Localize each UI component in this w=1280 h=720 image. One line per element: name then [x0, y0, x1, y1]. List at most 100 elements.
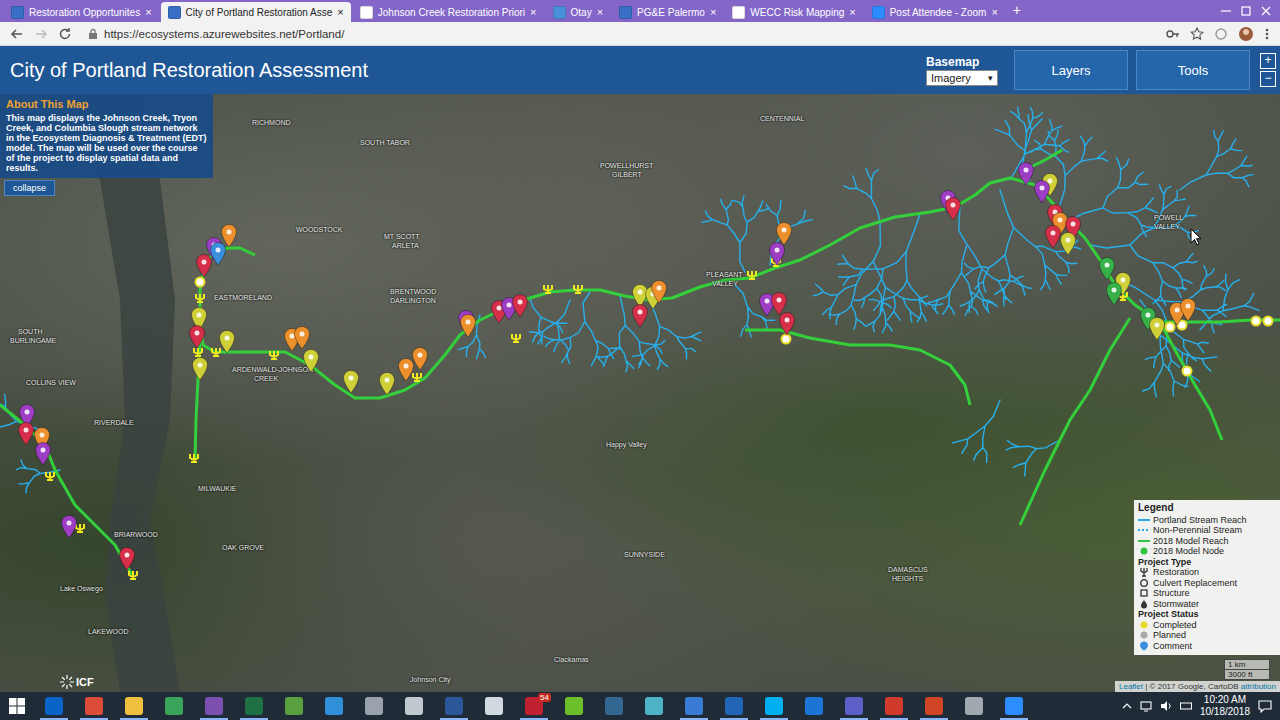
- tab-close-button[interactable]: ×: [530, 7, 536, 18]
- taskbar-app[interactable]: [874, 692, 914, 720]
- map-pin-icon[interactable]: [18, 422, 34, 446]
- culvert-icon[interactable]: [1252, 317, 1261, 326]
- map-pin-icon[interactable]: [651, 280, 667, 304]
- taskbar-app[interactable]: [914, 692, 954, 720]
- attribution-link[interactable]: Leaflet: [1119, 682, 1143, 691]
- map-pin-icon[interactable]: [192, 357, 208, 381]
- taskbar-app[interactable]: [194, 692, 234, 720]
- taskbar-app[interactable]: [74, 692, 114, 720]
- taskbar-app[interactable]: [754, 692, 794, 720]
- taskbar-app[interactable]: [474, 692, 514, 720]
- taskbar-app[interactable]: [274, 692, 314, 720]
- taskbar-app[interactable]: [794, 692, 834, 720]
- zoom-out-button[interactable]: −: [1260, 71, 1276, 87]
- restoration-icon[interactable]: [574, 285, 582, 293]
- map-pin-icon[interactable]: [1149, 317, 1165, 341]
- culvert-icon[interactable]: [1183, 367, 1192, 376]
- taskbar-app[interactable]: [234, 692, 274, 720]
- map-pin-icon[interactable]: [343, 370, 359, 394]
- taskbar-app[interactable]: [594, 692, 634, 720]
- restoration-icon[interactable]: [270, 351, 278, 359]
- notification-icon[interactable]: [1258, 699, 1272, 713]
- map-pin-icon[interactable]: [779, 312, 795, 336]
- restoration-icon[interactable]: [748, 271, 756, 279]
- reload-icon[interactable]: [58, 27, 72, 41]
- browser-tab[interactable]: WECC Risk Mapping×: [725, 2, 862, 22]
- map[interactable]: RICHMONDSOUTH TABORCENTENNIALPOWELLHURST…: [0, 94, 1280, 692]
- browser-tab[interactable]: Restoration Opportunites×: [4, 2, 159, 22]
- tab-close-button[interactable]: ×: [849, 7, 855, 18]
- map-pin-icon[interactable]: [632, 304, 648, 328]
- menu-icon[interactable]: [1264, 27, 1270, 41]
- zoom-in-button[interactable]: +: [1260, 53, 1276, 69]
- map-pin-icon[interactable]: [1180, 298, 1196, 322]
- taskbar-app[interactable]: [714, 692, 754, 720]
- minimize-icon[interactable]: [1218, 3, 1234, 19]
- taskbar-app[interactable]: [634, 692, 674, 720]
- taskbar-app[interactable]: [114, 692, 154, 720]
- map-pin-icon[interactable]: [769, 242, 785, 266]
- header-button[interactable]: Layers: [1014, 50, 1128, 90]
- map-pin-icon[interactable]: [210, 242, 226, 266]
- restoration-icon[interactable]: [46, 472, 54, 480]
- tab-close-button[interactable]: ×: [337, 7, 343, 18]
- key-icon[interactable]: [1166, 27, 1180, 41]
- taskbar-app[interactable]: [354, 692, 394, 720]
- restoration-icon[interactable]: [194, 348, 202, 356]
- map-pin-icon[interactable]: [1034, 180, 1050, 204]
- taskbar-app[interactable]: [314, 692, 354, 720]
- map-pin-icon[interactable]: [1018, 162, 1034, 186]
- collapse-button[interactable]: collapse: [4, 180, 55, 196]
- basemap-select[interactable]: Imagery▾: [926, 70, 998, 86]
- attribution-link[interactable]: attribution: [1241, 682, 1276, 691]
- map-pin-icon[interactable]: [189, 325, 205, 349]
- tab-close-button[interactable]: ×: [145, 7, 151, 18]
- taskbar-app[interactable]: [434, 692, 474, 720]
- tab-close-button[interactable]: ×: [710, 7, 716, 18]
- culvert-icon[interactable]: [782, 335, 791, 344]
- restoration-icon[interactable]: [544, 285, 552, 293]
- url-field[interactable]: https://ecosystems.azurewebsites.net/Por…: [82, 28, 1156, 40]
- new-tab-button[interactable]: +: [1007, 2, 1027, 21]
- browser-tab[interactable]: Otay×: [546, 2, 611, 22]
- close-icon[interactable]: [1258, 3, 1274, 19]
- back-icon[interactable]: [10, 27, 24, 41]
- forward-icon[interactable]: [34, 27, 48, 41]
- tab-close-button[interactable]: ×: [991, 7, 997, 18]
- restoration-icon[interactable]: [196, 294, 204, 302]
- keyboard-icon[interactable]: [1180, 700, 1192, 712]
- culvert-icon[interactable]: [1166, 323, 1175, 332]
- clock[interactable]: 10:20 AM10/18/2018: [1200, 694, 1250, 718]
- taskbar-app[interactable]: [154, 692, 194, 720]
- restoration-icon[interactable]: [190, 454, 198, 462]
- browser-tab[interactable]: Post Attendee - Zoom×: [865, 2, 1005, 22]
- taskbar-app[interactable]: [834, 692, 874, 720]
- map-pin-icon[interactable]: [219, 330, 235, 354]
- volume-icon[interactable]: [1160, 700, 1172, 712]
- restoration-icon[interactable]: [129, 571, 137, 579]
- culvert-icon[interactable]: [196, 278, 205, 287]
- restoration-icon[interactable]: [76, 524, 84, 532]
- map-pin-icon[interactable]: [460, 314, 476, 338]
- map-pin-icon[interactable]: [412, 347, 428, 371]
- map-pin-icon[interactable]: [945, 197, 961, 221]
- culvert-icon[interactable]: [1264, 317, 1273, 326]
- map-pin-icon[interactable]: [35, 442, 51, 466]
- map-pin-icon[interactable]: [1099, 257, 1115, 281]
- maximize-icon[interactable]: [1238, 3, 1254, 19]
- restoration-icon[interactable]: [512, 334, 520, 342]
- star-icon[interactable]: [1190, 27, 1204, 41]
- taskbar-app[interactable]: [674, 692, 714, 720]
- restoration-icon[interactable]: [212, 348, 220, 356]
- taskbar-app[interactable]: [394, 692, 434, 720]
- taskbar-app[interactable]: 54: [514, 692, 554, 720]
- network-icon[interactable]: [1140, 700, 1152, 712]
- taskbar-app[interactable]: [554, 692, 594, 720]
- taskbar-app[interactable]: [954, 692, 994, 720]
- start-button[interactable]: [0, 692, 34, 720]
- restoration-icon[interactable]: [413, 373, 421, 381]
- map-pin-icon[interactable]: [512, 294, 528, 318]
- map-pin-icon[interactable]: [1060, 232, 1076, 256]
- avatar-icon[interactable]: [1238, 26, 1254, 42]
- header-button[interactable]: Tools: [1136, 50, 1250, 90]
